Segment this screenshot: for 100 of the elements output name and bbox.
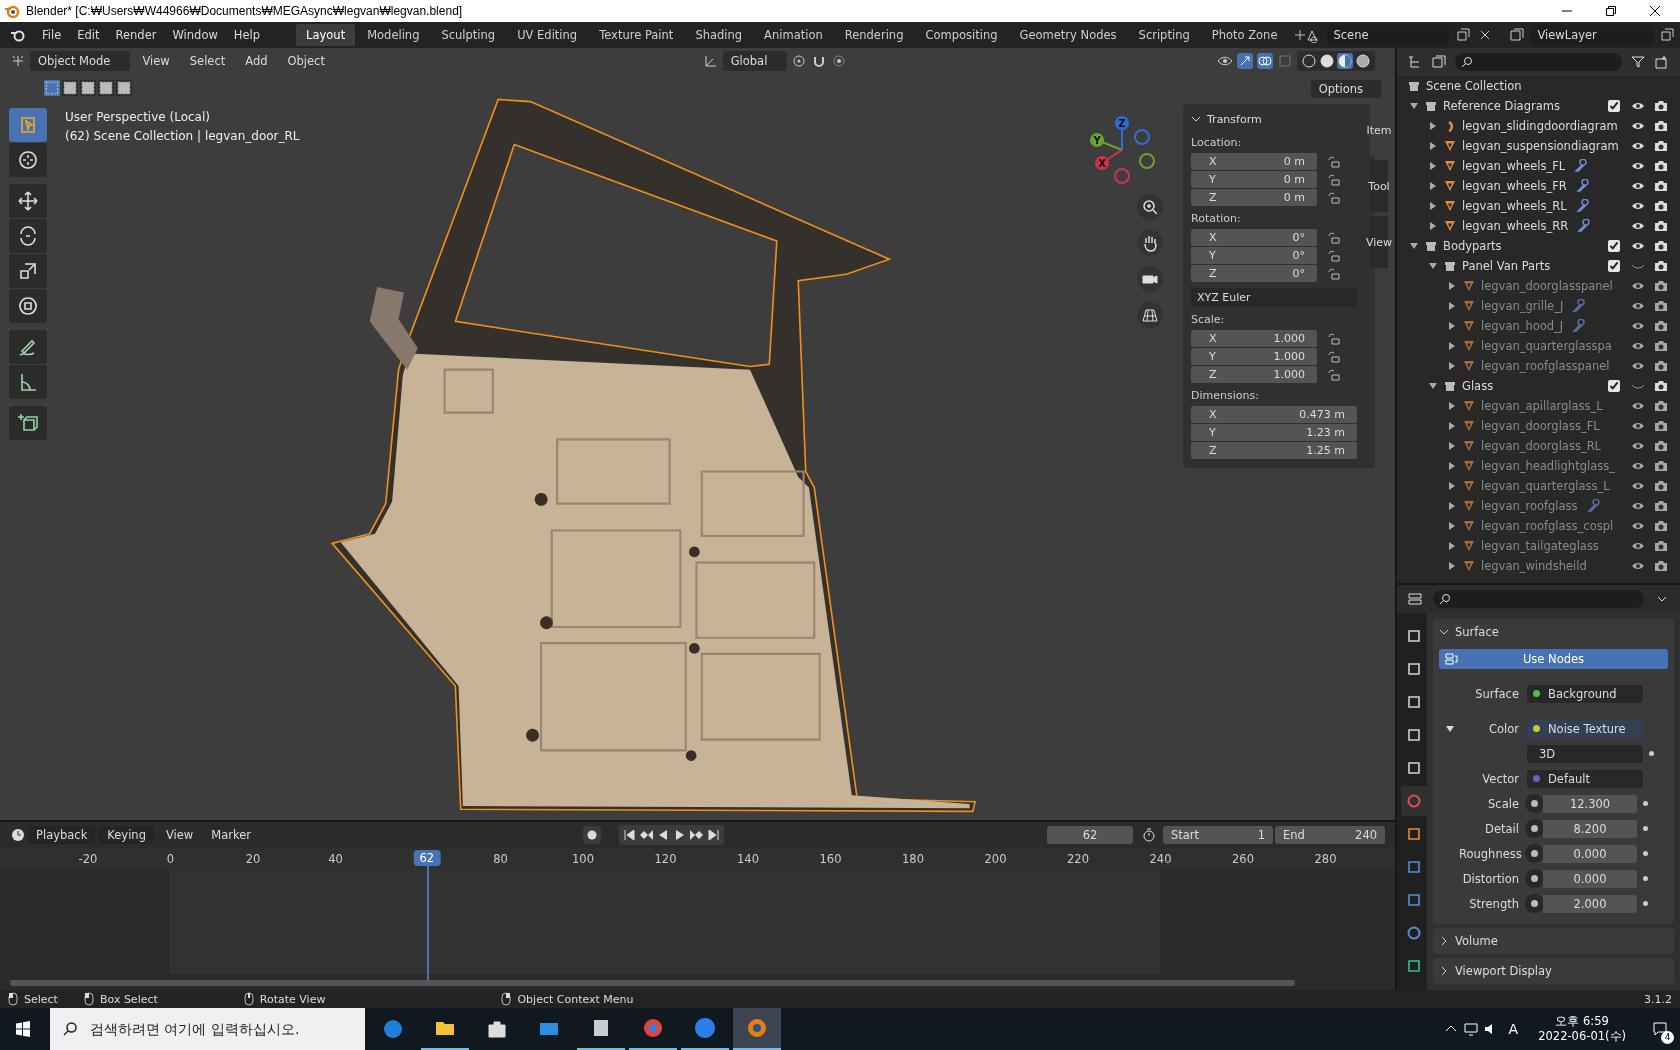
camera-icon[interactable]	[1654, 119, 1668, 133]
camera-icon[interactable]	[1654, 359, 1668, 373]
expand-caret-icon[interactable]	[1447, 501, 1457, 511]
solid-shading-icon[interactable]	[1319, 53, 1335, 69]
tool-button[interactable]	[9, 365, 47, 399]
camera-icon[interactable]	[1654, 299, 1668, 313]
axis-handle[interactable]: Y	[1090, 133, 1104, 147]
copy-icon[interactable]	[1455, 27, 1472, 43]
current-frame-field[interactable]: 62	[1047, 826, 1133, 844]
outliner-item-name[interactable]: legvan_headlightglass_	[1481, 459, 1615, 473]
clock-icon[interactable]	[10, 827, 26, 843]
scrollbar[interactable]	[10, 980, 1295, 986]
new-collection-icon[interactable]	[1654, 54, 1670, 70]
3d-viewport[interactable]	[0, 48, 1395, 820]
door-model-drawing[interactable]	[330, 98, 976, 813]
dimensions-dropdown[interactable]: 3D	[1527, 744, 1643, 763]
notification-button[interactable]: 4	[1640, 1012, 1680, 1046]
search-input[interactable]: 검색하려면 여기에 입력하십시오.	[88, 1020, 352, 1038]
expand-caret-icon[interactable]	[1447, 441, 1457, 451]
expand-caret-icon[interactable]	[1439, 966, 1449, 976]
workspace-tab[interactable]: Shading	[685, 24, 753, 46]
outliner-item-name[interactable]: legvan_roofglass_cospl	[1481, 519, 1614, 533]
camera-icon[interactable]	[1654, 179, 1668, 193]
menu-item[interactable]: Select	[181, 52, 234, 70]
camera-icon[interactable]	[1654, 99, 1668, 113]
camera-icon[interactable]	[1654, 519, 1668, 533]
menu-item[interactable]: View	[157, 826, 202, 844]
camera-icon[interactable]	[1654, 439, 1668, 453]
axis-handle[interactable]: X	[1095, 156, 1109, 170]
workspace-tab[interactable]: Scripting	[1128, 24, 1200, 46]
menu-item[interactable]: View	[134, 52, 178, 70]
outliner-item-name[interactable]: legvan_wheels_FL	[1462, 159, 1566, 173]
expand-caret-icon[interactable]	[1447, 461, 1457, 471]
expand-caret-icon[interactable]	[1447, 421, 1457, 431]
number-field[interactable]: Y 1.000	[1191, 348, 1317, 365]
selection-mode-icon[interactable]	[98, 80, 114, 96]
number-field[interactable]: X 1.000	[1191, 330, 1317, 347]
material-shading-icon[interactable]	[1337, 53, 1353, 69]
number-field[interactable]: X 0.473 m	[1191, 406, 1357, 423]
outliner-item-name[interactable]: legvan_apillarglass_L	[1481, 399, 1603, 413]
proportional-edit-icon[interactable]	[831, 53, 848, 69]
workspace-tab[interactable]: Compositing	[915, 24, 1008, 46]
negative-axis-handle[interactable]	[1139, 153, 1155, 169]
sidebar-tab[interactable]: Tool	[1370, 160, 1388, 212]
camera-icon[interactable]	[1654, 139, 1668, 153]
mode-dropdown[interactable]: Object Mode	[30, 51, 131, 71]
menu-item[interactable]: File	[34, 26, 70, 44]
expand-caret-icon[interactable]	[1428, 141, 1438, 151]
editor-type-icon[interactable]	[1407, 591, 1423, 607]
socket-link-field[interactable]: Background	[1527, 684, 1643, 703]
expand-caret-icon[interactable]	[1447, 521, 1457, 531]
search-field[interactable]	[1433, 590, 1644, 608]
checkbox[interactable]	[1608, 260, 1620, 272]
outliner-item-name[interactable]: Glass	[1462, 379, 1494, 393]
outliner-item-name[interactable]: legvan_windsheild	[1481, 559, 1587, 573]
view-layer-icon[interactable]	[1509, 27, 1526, 43]
menu-item[interactable]: Edit	[69, 26, 108, 44]
socket-link-field[interactable]: Default	[1527, 769, 1643, 788]
options-dropdown[interactable]: Options	[1310, 80, 1381, 98]
collapse-caret-icon[interactable]	[1191, 114, 1201, 124]
next-keyframe-icon[interactable]	[688, 827, 705, 843]
keyframe-dot[interactable]	[1643, 876, 1648, 881]
lock-icon[interactable]	[1327, 367, 1341, 382]
camera-icon[interactable]	[1654, 499, 1668, 513]
outliner-item-name[interactable]: legvan_quarterglasspa	[1481, 339, 1612, 353]
menu-item[interactable]: Help	[225, 26, 269, 44]
outliner-item-name[interactable]: legvan_doorglass_RL	[1481, 439, 1602, 453]
camera-icon[interactable]	[1654, 419, 1668, 433]
taskbar-search-field[interactable]: 검색하려면 여기에 입력하십시오.	[50, 1008, 365, 1050]
expand-caret-icon[interactable]	[1409, 241, 1419, 251]
outliner-item-name[interactable]: Scene Collection	[1426, 79, 1522, 93]
close-icon[interactable]	[1650, 6, 1660, 16]
camera-icon[interactable]	[1654, 539, 1668, 553]
keyframe-dot[interactable]	[1643, 901, 1648, 906]
tool-button[interactable]	[9, 289, 47, 323]
expand-caret-icon[interactable]	[1447, 361, 1457, 371]
number-field[interactable]: 12.300	[1543, 794, 1637, 813]
record-icon[interactable]	[582, 826, 601, 844]
selection-mode-icon[interactable]	[62, 80, 78, 96]
lock-icon[interactable]	[1327, 331, 1341, 346]
negative-axis-handle[interactable]	[1134, 129, 1150, 145]
axis-handle[interactable]: Z	[1115, 116, 1129, 130]
lock-icon[interactable]	[1327, 230, 1341, 245]
outliner-item-name[interactable]: legvan_roofglass	[1481, 499, 1578, 513]
grid-icon[interactable]	[1137, 302, 1163, 328]
number-field[interactable]: X 0 m	[1191, 153, 1317, 170]
workspace-tab[interactable]: Sculpting	[431, 24, 506, 46]
outliner-item-name[interactable]: legvan_doorglass_FL	[1481, 419, 1600, 433]
properties-tab[interactable]	[1401, 786, 1427, 816]
tool-button[interactable]	[9, 184, 47, 218]
expand-caret-icon[interactable]	[1447, 281, 1457, 291]
number-field[interactable]: Y 1.23 m	[1191, 424, 1357, 441]
camera-icon[interactable]	[1654, 319, 1668, 333]
expand-caret-icon[interactable]	[1445, 723, 1455, 734]
tool-button[interactable]	[9, 254, 47, 288]
expand-caret-icon[interactable]	[1428, 161, 1438, 171]
camera-icon[interactable]	[1654, 239, 1668, 253]
number-field[interactable]: 0.000	[1543, 869, 1637, 888]
expand-caret-icon[interactable]	[1428, 381, 1438, 391]
outliner-item-name[interactable]: legvan_wheels_FR	[1462, 179, 1567, 193]
